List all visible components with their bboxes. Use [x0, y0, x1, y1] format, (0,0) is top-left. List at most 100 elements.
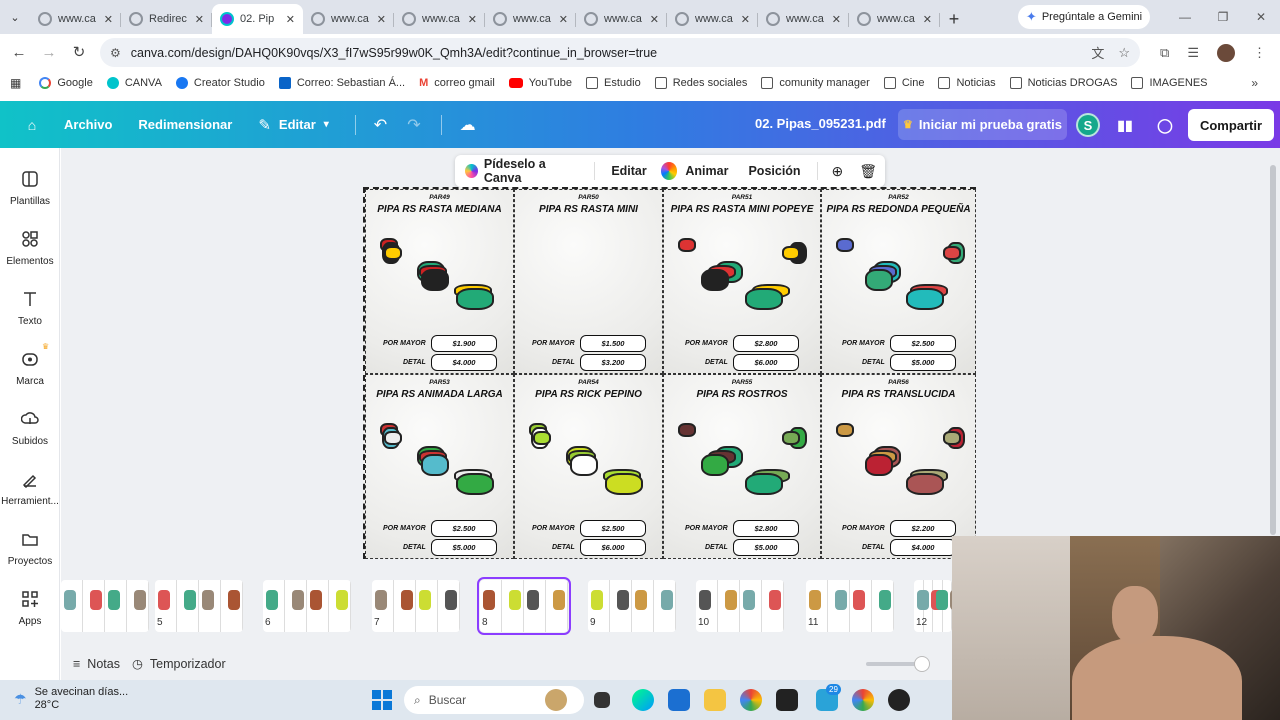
- redo-icon[interactable]: ↷: [407, 115, 420, 135]
- page-thumbnail[interactable]: [155, 580, 243, 632]
- sidebar-item[interactable]: Plantillas: [0, 168, 60, 220]
- page-thumbnail[interactable]: [806, 580, 894, 632]
- undo-icon[interactable]: ↶: [374, 115, 387, 135]
- browser-tab[interactable]: www.ca ✕: [485, 4, 576, 34]
- product-card[interactable]: PAR50 PIPA RS RASTA MINI POR MAYOR $1.500 DE…: [514, 189, 663, 374]
- page-thumbnail[interactable]: [588, 580, 676, 632]
- notes-button[interactable]: ≡ Notas: [73, 657, 120, 671]
- sidebar-item[interactable]: Apps: [0, 588, 60, 640]
- chrome-profile-icon[interactable]: [852, 689, 874, 711]
- bookmark-item[interactable]: Estudio: [586, 77, 641, 89]
- explorer-icon[interactable]: [704, 689, 726, 711]
- editar-menu[interactable]: ✎ Editar ▾: [258, 116, 328, 134]
- weather-widget[interactable]: ☂ Se avecinan días... 28°C: [14, 686, 128, 712]
- bookmark-item[interactable]: IMAGENES: [1131, 77, 1208, 89]
- bookmark-item[interactable]: Cine: [883, 77, 924, 89]
- ask-canva-button[interactable]: Pídeselo a Canva: [455, 157, 588, 185]
- product-card[interactable]: PAR54 PIPA RS RICK PEPINO POR MAYOR $2.500 D…: [514, 374, 663, 559]
- insights-icon[interactable]: ▮▮: [1110, 110, 1140, 140]
- tab-close-icon[interactable]: ✕: [468, 13, 477, 26]
- product-card[interactable]: PAR56 PIPA RS TRANSLUCIDA POR MAYOR $2.200 D…: [821, 374, 976, 559]
- product-card[interactable]: PAR51 PIPA RS RASTA MINI POPEYE POR MAYOR $…: [663, 189, 821, 374]
- tab-close-icon[interactable]: ✕: [559, 13, 568, 26]
- store-icon[interactable]: [668, 689, 690, 711]
- apps-grid-icon[interactable]: ▦: [10, 76, 21, 90]
- tab-close-icon[interactable]: ✕: [650, 13, 659, 26]
- omnibox[interactable]: ⚙ canva.com/design/DAHQ0K90vqs/X3_fI7wS9…: [100, 38, 1140, 67]
- bookmark-item[interactable]: Redes sociales: [654, 77, 747, 89]
- site-info-icon[interactable]: ⚙: [110, 46, 121, 60]
- redimensionar-menu[interactable]: Redimensionar: [138, 117, 232, 132]
- start-button[interactable]: [372, 690, 392, 710]
- bookmark-item[interactable]: Correo: Sebastian Á...: [278, 77, 405, 89]
- extensions-icon[interactable]: ⧉: [1160, 45, 1169, 61]
- sidebar-item[interactable]: Texto: [0, 288, 60, 340]
- product-card[interactable]: PAR52 PIPA RS REDONDA PEQUEÑA POR MAYOR $2.…: [821, 189, 976, 374]
- comment-icon[interactable]: ◯: [1150, 110, 1180, 140]
- tab-close-icon[interactable]: ✕: [286, 13, 295, 26]
- sidebar-item[interactable]: Herramient...: [0, 468, 60, 520]
- browser-tab[interactable]: www.ca ✕: [849, 4, 940, 34]
- timer-button[interactable]: ◷ Temporizador: [132, 656, 226, 672]
- zoom-slider-handle[interactable]: [914, 656, 930, 672]
- tab-close-icon[interactable]: ✕: [741, 13, 750, 26]
- gemini-button[interactable]: ✦ Pregúntale a Gemini: [1018, 5, 1150, 29]
- trial-button[interactable]: ♛ Iniciar mi prueba gratis: [898, 109, 1067, 140]
- vertical-scrollbar[interactable]: [1270, 165, 1276, 535]
- tab-close-icon[interactable]: ✕: [377, 13, 386, 26]
- browser-tab[interactable]: www.ca ✕: [758, 4, 849, 34]
- browser-tab[interactable]: www.ca ✕: [576, 4, 667, 34]
- color-wheel-icon[interactable]: [660, 162, 678, 180]
- sticky-app-icon[interactable]: [776, 689, 798, 711]
- page-thumbnail[interactable]: [372, 580, 460, 632]
- product-card[interactable]: PAR53 PIPA RS ANIMADA LARGA POR MAYOR $2.50…: [365, 374, 514, 559]
- more-bookmarks-icon[interactable]: »: [1251, 76, 1258, 90]
- translate-icon[interactable]: 文: [1091, 43, 1104, 62]
- bookmark-item[interactable]: Noticias: [938, 77, 996, 89]
- chrome-menu-icon[interactable]: ⋮: [1253, 45, 1266, 61]
- file-name[interactable]: 02. Pipas_095231.pdf: [755, 116, 886, 131]
- browser-tab[interactable]: www.ca ✕: [303, 4, 394, 34]
- browser-tab[interactable]: 02. Pip ✕: [212, 4, 303, 34]
- product-card[interactable]: PAR49 PIPA RS RASTA MEDIANA POR MAYOR $1.90…: [365, 189, 514, 374]
- forward-icon[interactable]: →: [34, 37, 64, 67]
- sidebar-item[interactable]: Marca ♛: [0, 342, 60, 400]
- bookmark-item[interactable]: YouTube: [508, 77, 572, 89]
- back-icon[interactable]: ←: [4, 37, 34, 67]
- browser-tab[interactable]: Redirec ✕: [121, 4, 212, 34]
- browser-tab[interactable]: www.ca ✕: [667, 4, 758, 34]
- cloud-saved-icon[interactable]: ☁: [460, 115, 476, 135]
- page-thumbnail[interactable]: [263, 580, 351, 632]
- minimize-button[interactable]: —: [1166, 0, 1204, 34]
- reload-icon[interactable]: ↻: [64, 37, 94, 67]
- trash-icon[interactable]: 🗑: [851, 163, 885, 180]
- bookmark-item[interactable]: CANVA: [106, 77, 162, 89]
- tab-close-icon[interactable]: ✕: [104, 13, 113, 26]
- edge-icon[interactable]: [632, 689, 654, 711]
- user-avatar[interactable]: S: [1076, 113, 1100, 137]
- profile-avatar[interactable]: [1217, 43, 1235, 62]
- design-page[interactable]: PAR49 PIPA RS RASTA MEDIANA POR MAYOR $1.90…: [363, 187, 976, 559]
- maximize-button[interactable]: ❐: [1204, 0, 1242, 34]
- app-icon[interactable]: [888, 689, 910, 711]
- task-view-icon[interactable]: [594, 692, 610, 708]
- page-thumbnail[interactable]: [477, 577, 571, 635]
- sidebar-item[interactable]: Proyectos: [0, 528, 60, 580]
- edit-button[interactable]: Editar: [601, 164, 656, 178]
- bookmark-item[interactable]: Google: [39, 77, 93, 89]
- tab-close-icon[interactable]: ✕: [832, 13, 841, 26]
- archivo-menu[interactable]: Archivo: [64, 117, 112, 132]
- bookmark-star-icon[interactable]: ☆: [1118, 45, 1130, 61]
- bookmark-item[interactable]: comunity manager: [761, 77, 870, 89]
- bookmark-item[interactable]: Creator Studio: [175, 77, 265, 89]
- tab-close-icon[interactable]: ✕: [923, 13, 932, 26]
- bookmark-item[interactable]: Noticias DROGAS: [1009, 77, 1117, 89]
- sidebar-item[interactable]: Subidos: [0, 408, 60, 460]
- close-window-button[interactable]: ✕: [1242, 0, 1280, 34]
- tab-search-button[interactable]: ⌄: [0, 0, 30, 34]
- tab-close-icon[interactable]: ✕: [195, 13, 204, 26]
- animate-button[interactable]: Animar: [685, 164, 738, 178]
- owl-widget-icon[interactable]: [545, 689, 567, 711]
- browser-tab[interactable]: www.ca ✕: [394, 4, 485, 34]
- position-button[interactable]: Posición: [738, 164, 810, 178]
